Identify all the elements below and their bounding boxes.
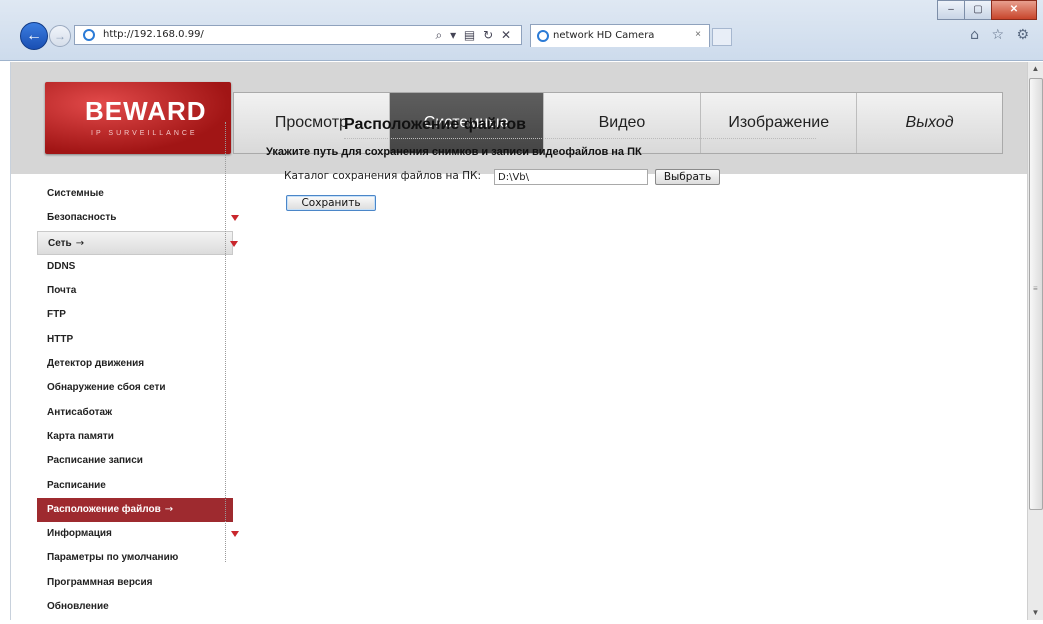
- close-window-button[interactable]: ✕: [991, 0, 1037, 20]
- sidebar-item-label: Почта: [47, 285, 77, 297]
- sidebar-item-label: Обновление: [47, 601, 109, 613]
- sidebar-item-label: Расположение файлов: [47, 503, 161, 515]
- sidebar-item[interactable]: Детектор движения: [37, 352, 233, 376]
- sidebar-item[interactable]: Почта: [37, 279, 233, 303]
- menu-tab-4[interactable]: Выход: [857, 93, 1002, 153]
- menu-tab-3[interactable]: Изображение: [701, 93, 858, 153]
- sidebar-item-label: HTTP: [47, 333, 74, 345]
- sidebar-menu: Системные Безопасность Сеть → DDNS Почта FTP HT…: [37, 182, 239, 619]
- address-bar[interactable]: http://192.168.0.99/ ⌕ ▾ ▤ ↻ ✕: [74, 25, 522, 45]
- sidebar-item[interactable]: Информация: [37, 522, 239, 546]
- sidebar-item-label: DDNS: [47, 260, 76, 272]
- sidebar-item[interactable]: Расписание: [37, 474, 233, 498]
- minimize-button[interactable]: –: [937, 0, 965, 20]
- arrow-right-icon: →: [164, 503, 174, 515]
- tab-title: network HD Camera: [553, 30, 655, 41]
- expand-triangle-icon[interactable]: [230, 240, 238, 247]
- sidebar-item[interactable]: Расположение файлов →: [37, 497, 233, 523]
- maximize-button[interactable]: ▢: [964, 0, 992, 20]
- sidebar-item-label: Детектор движения: [47, 358, 145, 370]
- sidebar-divider: [225, 122, 226, 562]
- sidebar-item[interactable]: Параметры по умолчанию: [37, 546, 233, 570]
- sidebar-item-label: Расписание: [47, 479, 106, 491]
- sidebar-item[interactable]: Антисаботаж: [37, 401, 233, 425]
- sidebar-item-label: Сеть: [48, 237, 72, 249]
- sidebar-item-label: Системные: [47, 188, 104, 199]
- sidebar-item[interactable]: Безопасность: [37, 206, 239, 230]
- sidebar-item[interactable]: Обновление: [37, 595, 233, 619]
- sidebar-item-label: Карта памяти: [47, 430, 114, 442]
- browse-button[interactable]: Выбрать: [655, 169, 720, 185]
- title-divider: [344, 138, 816, 139]
- sidebar-item-label: Безопасность: [47, 212, 117, 224]
- expand-triangle-icon[interactable]: [231, 531, 239, 538]
- browser-chrome: ← → http://192.168.0.99/ ⌕ ▾ ▤ ↻ ✕ netwo…: [0, 0, 1043, 61]
- sidebar-item-label: FTP: [47, 309, 66, 321]
- sidebar-item-label: Параметры по умолчанию: [47, 552, 179, 564]
- beward-logo: BEWARD IP SURVEILLANCE: [45, 82, 231, 154]
- scroll-up-arrow[interactable]: ▲: [1028, 62, 1043, 76]
- menu-tab-2[interactable]: Видео: [544, 93, 702, 153]
- save-button[interactable]: Сохранить: [286, 195, 376, 211]
- logo-subtitle: IP SURVEILLANCE: [91, 130, 198, 137]
- window-controls: – ▢ ✕: [937, 0, 1037, 20]
- close-tab-icon[interactable]: ×: [695, 29, 701, 40]
- expand-triangle-icon[interactable]: [231, 215, 239, 222]
- sidebar-item-label: Расписание записи: [47, 455, 143, 467]
- vertical-scrollbar[interactable]: ▲ ≡ ▼: [1027, 62, 1043, 620]
- sidebar-item[interactable]: HTTP: [37, 328, 233, 352]
- forward-button[interactable]: →: [49, 25, 71, 47]
- sidebar-item[interactable]: Сеть →: [37, 230, 238, 255]
- sidebar-item[interactable]: Программная версия: [37, 571, 233, 595]
- ie-icon: [83, 29, 95, 41]
- sidebar-item[interactable]: Карта памяти: [37, 425, 233, 449]
- new-tab-button[interactable]: [712, 28, 732, 46]
- sidebar-item[interactable]: Расписание записи: [37, 449, 233, 473]
- sidebar-item-label: Информация: [47, 528, 112, 540]
- ie-icon: [537, 30, 549, 42]
- scroll-down-arrow[interactable]: ▼: [1028, 606, 1043, 620]
- back-button[interactable]: ←: [20, 22, 48, 50]
- logo-text: BEWARD: [85, 96, 207, 126]
- section-subtitle: Укажите путь для сохранения снимков и за…: [266, 146, 642, 158]
- sidebar-item-label: Программная версия: [47, 576, 153, 588]
- sidebar-item[interactable]: DDNS: [37, 255, 233, 279]
- page-title: Расположение файлов: [344, 116, 526, 133]
- sidebar-item[interactable]: Системные: [37, 182, 233, 206]
- sidebar-item[interactable]: FTP: [37, 303, 233, 327]
- path-input[interactable]: [494, 169, 648, 185]
- home-favorites-settings-icons[interactable]: ⌂ ☆ ⚙: [970, 27, 1033, 43]
- sidebar-item[interactable]: Обнаружение сбоя сети: [37, 376, 233, 400]
- sidebar-item-label: Антисаботаж: [47, 406, 113, 418]
- sidebar-item-label: Обнаружение сбоя сети: [47, 382, 166, 394]
- tab-network-hd-camera[interactable]: network HD Camera ×: [530, 24, 710, 47]
- arrow-right-icon: →: [75, 237, 85, 249]
- scrollbar-thumb[interactable]: ≡: [1029, 78, 1043, 510]
- path-label: Каталог сохранения файлов на ПК:: [284, 170, 482, 182]
- address-tools[interactable]: ⌕ ▾ ▤ ↻ ✕: [436, 28, 513, 43]
- address-text[interactable]: http://192.168.0.99/: [103, 29, 204, 40]
